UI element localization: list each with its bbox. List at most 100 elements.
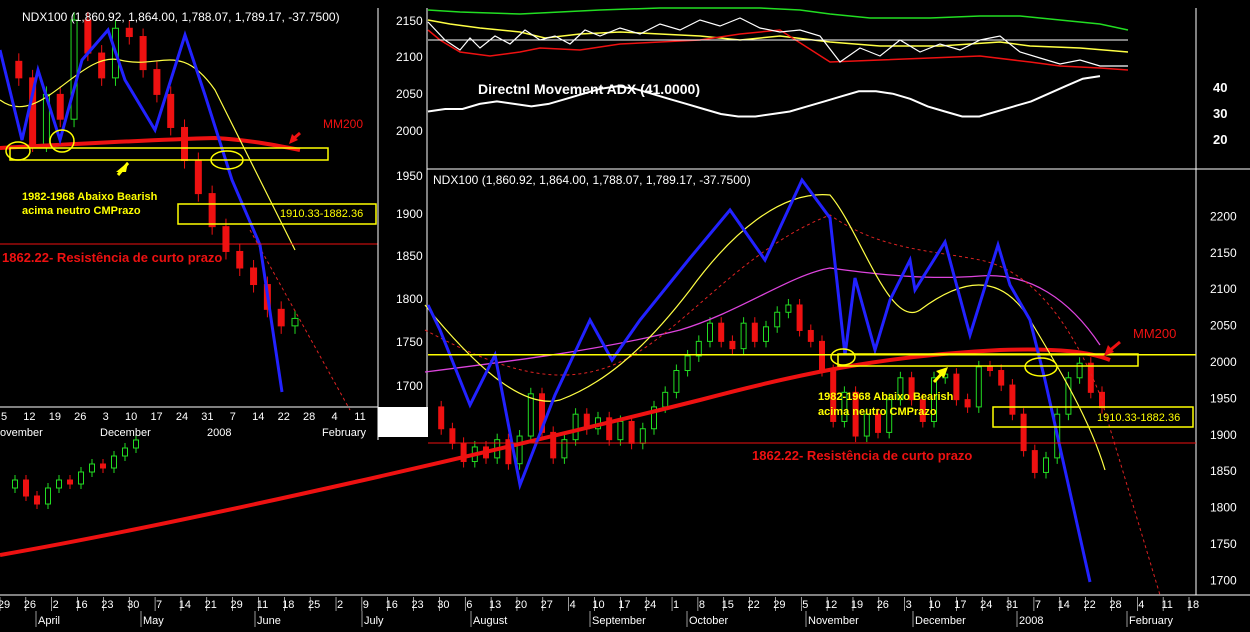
x-day-tick: 16	[75, 599, 87, 611]
x-day-tick: 7	[156, 599, 162, 611]
main-right-tick: 1750	[1210, 537, 1237, 551]
resistance-label: 1862.22- Resistência de curto prazo	[752, 448, 972, 463]
main-right-tick: 1950	[1210, 391, 1237, 405]
x-day-tick: 30	[437, 599, 449, 611]
candle	[23, 479, 29, 497]
inset-x-day-tick: 11	[354, 411, 365, 423]
candle	[964, 399, 971, 408]
inset-corner-patch	[378, 407, 428, 437]
inset-zone-label: 1910.33-1882.36	[280, 208, 363, 220]
inset-x-day-tick: 12	[23, 411, 35, 423]
inset-x-day-tick: 17	[150, 411, 162, 423]
inset-x-day-tick: 4	[332, 411, 338, 423]
dmi-left-tick: 2000	[396, 124, 423, 138]
inset-candle	[291, 317, 299, 327]
x-day-tick: 22	[747, 599, 759, 611]
dmi-left-tick: 2050	[396, 87, 423, 101]
x-month-tick: November	[808, 615, 859, 627]
main-right-tick: 2150	[1210, 246, 1237, 260]
inset-resistance-label: 1862.22- Resistência de curto prazo	[2, 250, 222, 265]
x-month-tick: 2008	[1019, 615, 1043, 627]
candle	[975, 366, 982, 408]
main-right-tick: 2200	[1210, 209, 1237, 223]
inset-candle	[236, 250, 244, 269]
inset-candle	[167, 93, 175, 128]
candle	[1099, 391, 1105, 409]
candle	[1020, 413, 1027, 452]
dmi-right-tick: 20	[1213, 132, 1227, 147]
candle	[763, 326, 769, 342]
candle	[89, 463, 95, 473]
candle	[67, 479, 73, 485]
candle	[729, 340, 736, 350]
x-day-tick: 23	[411, 599, 423, 611]
x-month-tick: October	[689, 615, 728, 627]
candle	[527, 393, 534, 437]
x-day-tick: 18	[1187, 599, 1199, 611]
candle	[111, 455, 117, 469]
inset-mm200-label: MM200	[323, 117, 363, 131]
candle	[449, 428, 456, 444]
candle	[796, 304, 803, 331]
x-day-tick: 19	[851, 599, 863, 611]
candle	[998, 370, 1005, 386]
main-title: NDX100 (1,860.92, 1,864.00, 1,788.07, 1,…	[433, 173, 751, 187]
main-right-tick: 2000	[1210, 355, 1237, 369]
candle	[516, 435, 523, 465]
candle	[662, 391, 669, 408]
dmi-left-tick: 2100	[396, 50, 423, 64]
x-day-tick: 14	[179, 599, 191, 611]
x-day-tick: 29	[231, 599, 243, 611]
inset-candle	[153, 69, 161, 95]
x-day-tick: 8	[699, 599, 705, 611]
inset-candle	[15, 60, 23, 79]
zone-label: 1910.33-1882.36	[1097, 412, 1180, 424]
x-day-tick: 11	[257, 599, 268, 611]
x-day-tick: 28	[1109, 599, 1121, 611]
x-day-tick: 2	[53, 599, 59, 611]
candle	[45, 487, 51, 505]
x-day-tick: 12	[825, 599, 837, 611]
candle	[695, 340, 702, 357]
inset-x-day-tick: 28	[303, 411, 315, 423]
dmi-right-tick: 40	[1213, 80, 1227, 95]
inset-x-day-tick: 22	[278, 411, 290, 423]
inset-candle	[98, 52, 106, 79]
x-month-tick: May	[143, 615, 164, 627]
x-day-tick: 5	[802, 599, 808, 611]
main-right-tick: 1850	[1210, 464, 1237, 478]
inset-candle	[84, 19, 92, 54]
x-day-tick: 2	[337, 599, 343, 611]
x-day-tick: 29	[0, 599, 10, 611]
candle	[953, 373, 960, 401]
candle	[122, 447, 128, 457]
x-day-tick: 27	[541, 599, 553, 611]
candle	[12, 479, 18, 489]
main-mm200-label: MM200	[1133, 326, 1176, 341]
x-day-tick: 30	[127, 599, 139, 611]
inset-x-month-tick: 2008	[207, 427, 231, 439]
inset-title: NDX100 (1,860.92, 1,864.00, 1,788.07, 1,…	[22, 10, 340, 24]
inset-x-day-tick: 3	[103, 411, 109, 423]
candle	[774, 311, 781, 328]
x-month-tick: August	[473, 615, 507, 627]
inset-candle	[222, 226, 230, 252]
inset-x-day-tick: 10	[125, 411, 137, 423]
candle	[1043, 457, 1049, 473]
x-month-tick: September	[592, 615, 646, 627]
candle	[438, 406, 445, 430]
candle	[807, 329, 814, 342]
candle	[56, 479, 62, 489]
inset-x-day-tick: 26	[74, 411, 86, 423]
candle	[718, 322, 725, 342]
candle	[561, 439, 568, 459]
inset-x-month-tick: December	[100, 427, 151, 439]
x-day-tick: 17	[618, 599, 630, 611]
x-day-tick: 31	[1006, 599, 1018, 611]
candle	[707, 322, 713, 342]
x-day-tick: 18	[282, 599, 294, 611]
x-day-tick: 9	[363, 599, 369, 611]
main-left-tick: 1800	[396, 292, 423, 306]
x-month-tick: February	[1129, 615, 1174, 627]
candle	[572, 413, 579, 441]
